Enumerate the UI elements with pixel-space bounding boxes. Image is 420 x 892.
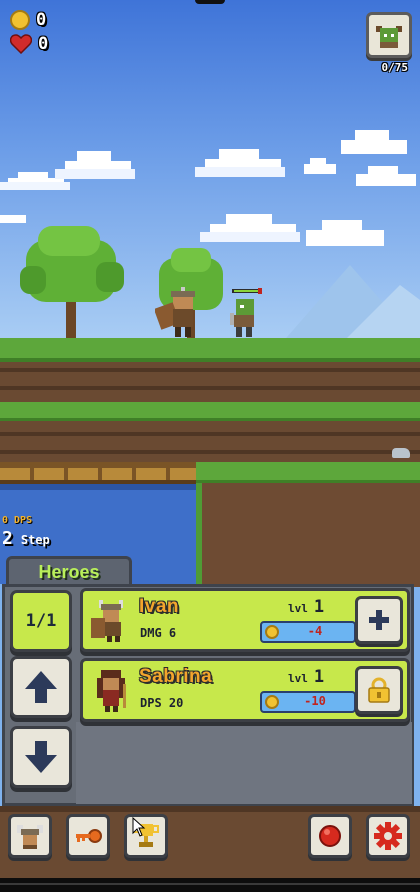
cloud bbox=[195, 149, 285, 177]
river-surface bbox=[0, 484, 198, 490]
plus-icon bbox=[369, 610, 389, 630]
hero-name: Ivan bbox=[139, 596, 180, 617]
unlock-cost-value: -10 bbox=[304, 694, 326, 708]
hero-stat: DMG 6 bbox=[140, 626, 177, 640]
hero-warrior-sprite bbox=[155, 287, 195, 337]
middle-grass bbox=[0, 402, 420, 421]
hero-level: lvl 1 bbox=[288, 597, 324, 617]
coins-value: 0 bbox=[36, 10, 47, 30]
hero-level: lvl 1 bbox=[288, 667, 324, 687]
key-icon bbox=[76, 829, 102, 843]
cloud bbox=[356, 166, 416, 186]
level-label: lvl bbox=[288, 602, 308, 615]
arrow-up-icon bbox=[25, 671, 57, 703]
step-number: 2 bbox=[2, 528, 13, 549]
hero-stat: DPS 20 bbox=[140, 696, 184, 710]
goblin-icon bbox=[376, 26, 402, 48]
achievements-button[interactable] bbox=[124, 814, 168, 858]
record-button[interactable] bbox=[308, 814, 352, 858]
mouse-cursor-icon bbox=[132, 817, 146, 837]
rock bbox=[392, 448, 410, 458]
enemy-portrait-button[interactable] bbox=[366, 12, 412, 58]
upgrade-cost-value: -4 bbox=[307, 624, 323, 638]
goblin-enemy-sprite bbox=[230, 288, 262, 337]
upgrade-cost: -4 bbox=[260, 621, 356, 643]
dirt-stripe bbox=[0, 368, 420, 372]
upper-grass bbox=[0, 338, 420, 362]
hero-card-sabrina[interactable]: Sabrina DPS 20 lvl 1 -10 bbox=[80, 658, 410, 722]
cloud bbox=[341, 130, 407, 154]
dirt-stripe bbox=[0, 386, 420, 390]
scroll-down-button[interactable] bbox=[10, 726, 72, 788]
heart-icon bbox=[10, 34, 32, 54]
upgrade-hero-button[interactable] bbox=[355, 596, 403, 644]
sabrina-portrait bbox=[97, 670, 126, 712]
cloud bbox=[306, 220, 384, 246]
keys-button[interactable] bbox=[66, 814, 110, 858]
cloud bbox=[304, 158, 336, 174]
camera-notch bbox=[195, 0, 225, 4]
coins-counter: 0 bbox=[10, 10, 46, 30]
settings-button[interactable] bbox=[366, 814, 410, 858]
tree bbox=[20, 226, 124, 340]
step-label: Step bbox=[20, 533, 50, 547]
ivan-portrait bbox=[91, 600, 123, 642]
cloud bbox=[55, 151, 135, 179]
coin-icon bbox=[10, 10, 30, 30]
dps-readout: 0 DPS bbox=[2, 515, 33, 526]
cloud bbox=[200, 214, 300, 242]
game-screen: 0 0 0/75 0 DPS 2 Step Heroes 1/1 Ivan DM… bbox=[0, 0, 420, 892]
distant-mountains bbox=[280, 265, 420, 345]
device-bottom-edge bbox=[0, 878, 420, 892]
hero-portrait-icon bbox=[17, 825, 43, 849]
scroll-up-button[interactable] bbox=[10, 656, 72, 718]
enemy-progress: 0/75 bbox=[381, 61, 409, 74]
level-label: lvl bbox=[288, 672, 308, 685]
cliff-grass bbox=[196, 462, 420, 483]
unlock-hero-button[interactable] bbox=[355, 666, 403, 714]
level-value: 1 bbox=[313, 597, 325, 617]
lives-value: 0 bbox=[38, 34, 49, 54]
bottom-bar-edge bbox=[0, 806, 420, 812]
hero-card-ivan[interactable]: Ivan DMG 6 lvl 1 -4 bbox=[80, 588, 410, 652]
wooden-bridge bbox=[0, 462, 196, 486]
hero-count-box: 1/1 bbox=[10, 590, 72, 652]
unlock-cost: -10 bbox=[260, 691, 356, 713]
lock-icon bbox=[368, 677, 390, 703]
hero-name: Sabrina bbox=[139, 666, 213, 687]
settings-gear-icon bbox=[374, 822, 402, 850]
level-value: 1 bbox=[313, 667, 325, 687]
lives-counter: 0 bbox=[10, 34, 48, 54]
dirt-stripe bbox=[0, 450, 420, 454]
tab-heroes-label: Heroes bbox=[38, 562, 100, 582]
record-icon bbox=[319, 825, 341, 847]
heroes-panel-empty-area bbox=[76, 722, 412, 804]
tab-heroes[interactable]: Heroes bbox=[6, 556, 132, 586]
hero-count-label: 1/1 bbox=[25, 611, 57, 631]
heroes-menu-button[interactable] bbox=[8, 814, 52, 858]
dirt-stripe bbox=[0, 432, 420, 436]
arrow-down-icon bbox=[25, 741, 57, 773]
step-indicator: 2 Step bbox=[2, 528, 50, 549]
